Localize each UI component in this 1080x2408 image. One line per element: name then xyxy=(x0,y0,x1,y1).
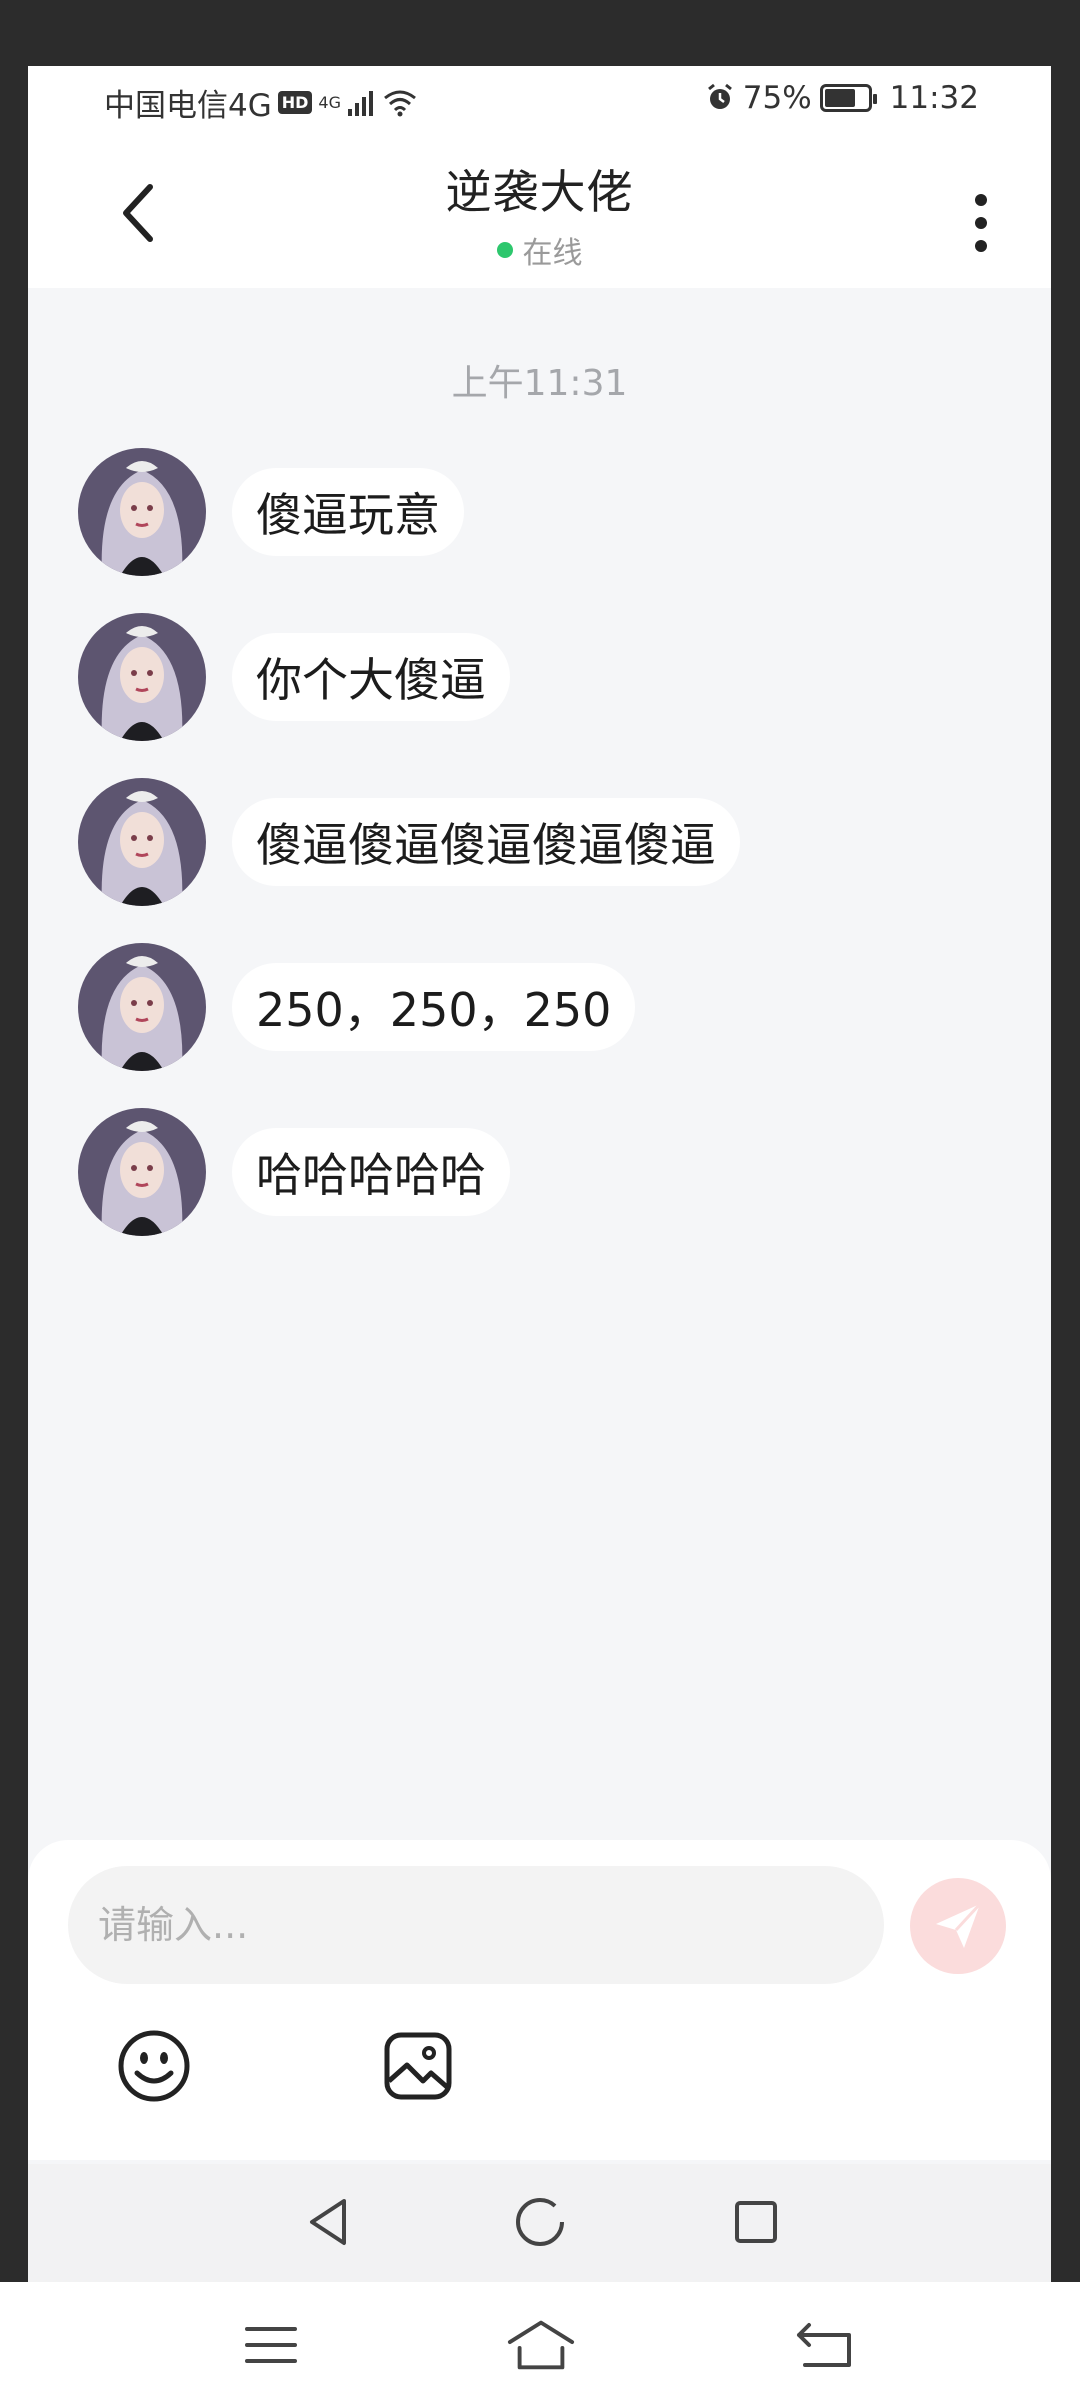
message-bubble[interactable]: 傻逼傻逼傻逼傻逼傻逼 xyxy=(232,798,740,886)
carrier-label: 中国电信4G xyxy=(104,88,272,124)
alarm-icon xyxy=(707,83,732,109)
network-type: 4G xyxy=(318,93,341,112)
nav-back-button[interactable] xyxy=(298,2192,358,2252)
message-bubble[interactable]: 250，250，250 xyxy=(232,963,636,1051)
system-navigation-bar xyxy=(28,2164,1051,2282)
battery-icon xyxy=(819,84,877,112)
composer-panel xyxy=(28,1840,1051,2160)
message-row: 哈哈哈哈哈 xyxy=(78,1108,510,1236)
avatar[interactable] xyxy=(78,613,206,741)
online-status: 在线 xyxy=(496,228,583,272)
device-navigation-bar xyxy=(0,2282,1080,2408)
clock: 11:32 xyxy=(889,80,979,116)
more-vertical-icon xyxy=(975,194,987,206)
wifi-icon xyxy=(384,90,416,116)
contact-name: 逆袭大佬 xyxy=(445,165,634,219)
signal-icon xyxy=(348,90,373,116)
online-dot xyxy=(496,242,513,258)
image-button[interactable] xyxy=(378,2026,458,2106)
hd-badge: HD xyxy=(277,91,313,114)
circle-home-icon xyxy=(516,2198,564,2246)
battery-percent: 75% xyxy=(742,80,812,116)
message-row: 傻逼玩意 xyxy=(78,448,464,576)
emoji-icon xyxy=(118,2030,190,2102)
nav-home-button[interactable] xyxy=(510,2192,570,2252)
send-button[interactable] xyxy=(910,1878,1006,1974)
message-input[interactable] xyxy=(68,1866,884,1984)
square-recents-icon xyxy=(735,2201,777,2243)
send-icon xyxy=(936,1902,982,1948)
avatar[interactable] xyxy=(78,778,206,906)
triangle-back-icon xyxy=(310,2199,346,2245)
chat-header: 逆袭大佬 在线 xyxy=(28,138,1051,288)
home-button[interactable] xyxy=(506,2312,576,2378)
avatar[interactable] xyxy=(78,448,206,576)
menu-icon xyxy=(245,2327,297,2363)
emoji-button[interactable] xyxy=(114,2026,194,2106)
message-bubble[interactable]: 哈哈哈哈哈 xyxy=(232,1128,510,1216)
message-timestamp: 上午11:31 xyxy=(451,363,628,404)
avatar[interactable] xyxy=(78,1108,206,1236)
contact-info: 逆袭大佬 在线 xyxy=(28,156,1051,272)
message-row: 250，250，250 xyxy=(78,943,636,1071)
message-row: 傻逼傻逼傻逼傻逼傻逼 xyxy=(78,778,740,906)
message-bubble[interactable]: 傻逼玩意 xyxy=(232,468,464,556)
menu-button[interactable] xyxy=(236,2312,306,2378)
more-options-button[interactable] xyxy=(961,188,1001,258)
message-bubble[interactable]: 你个大傻逼 xyxy=(232,633,510,721)
online-status-label: 在线 xyxy=(522,236,583,271)
status-bar: 中国电信4G HD 4G 75% 11:32 xyxy=(28,66,1051,138)
phone-screen: 中国电信4G HD 4G 75% 11:32 逆袭大佬 在线 上午11:31 傻… xyxy=(28,66,1051,2282)
image-icon xyxy=(384,2032,452,2100)
home-icon xyxy=(507,2320,575,2370)
nav-recents-button[interactable] xyxy=(726,2192,786,2252)
back-button-device[interactable] xyxy=(790,2312,860,2378)
avatar[interactable] xyxy=(78,943,206,1071)
return-icon xyxy=(797,2323,851,2367)
message-row: 你个大傻逼 xyxy=(78,613,510,741)
